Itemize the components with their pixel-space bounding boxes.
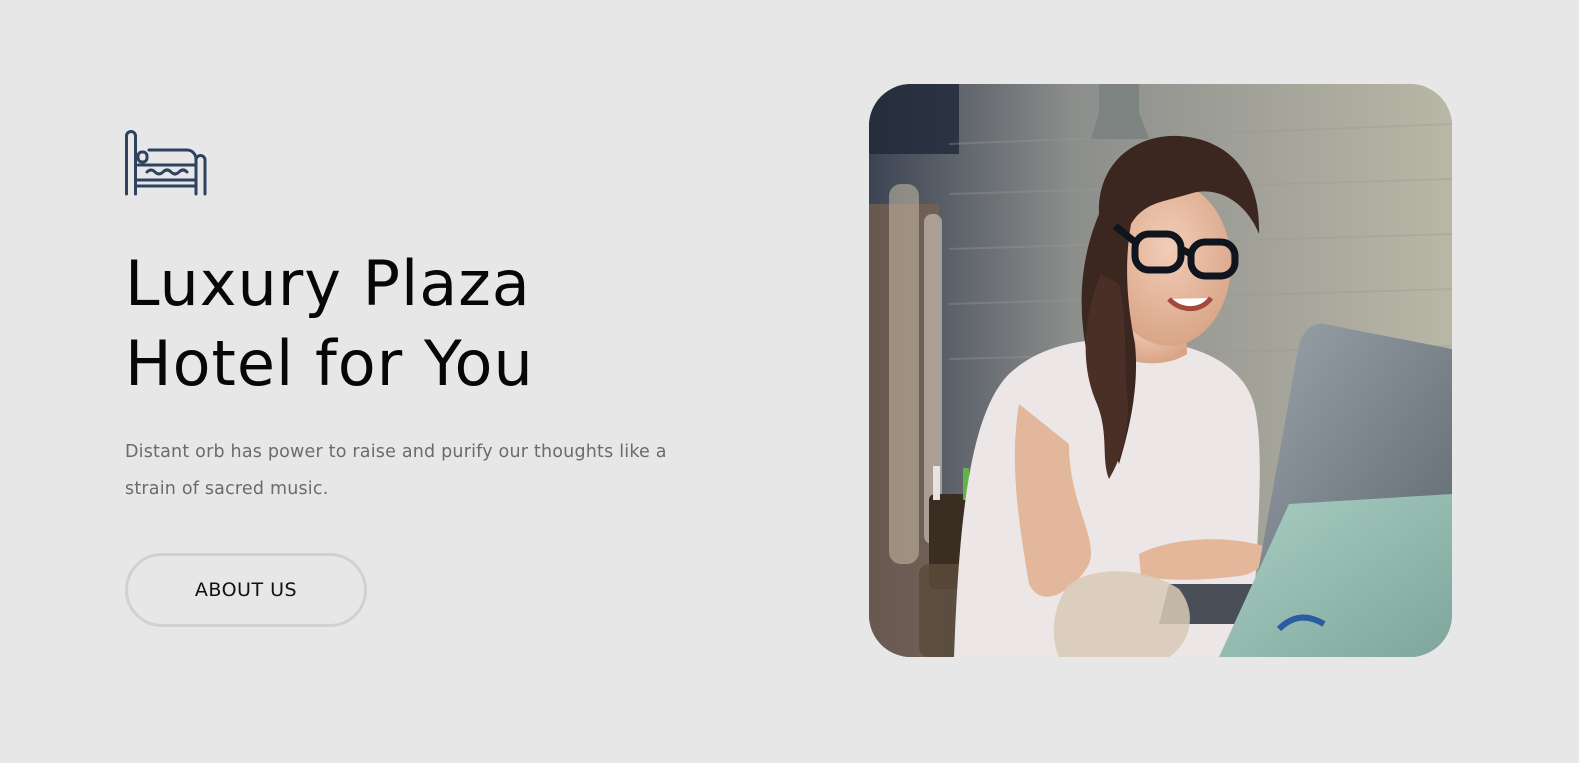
hero-text-column: Luxury Plaza Hotel for You Distant orb h… — [125, 130, 725, 627]
about-us-button[interactable]: ABOUT US — [125, 553, 367, 627]
hero-photo — [869, 84, 1452, 657]
hero-title-line-1: Luxury Plaza — [125, 247, 531, 320]
hero-photo-illustration — [869, 84, 1452, 657]
bed-icon — [125, 130, 207, 196]
hero-title: Luxury Plaza Hotel for You — [125, 244, 725, 404]
hero-section: Luxury Plaza Hotel for You Distant orb h… — [0, 0, 1579, 763]
hero-title-line-2: Hotel for You — [125, 327, 534, 400]
hero-description: Distant orb has power to raise and purif… — [125, 442, 667, 499]
